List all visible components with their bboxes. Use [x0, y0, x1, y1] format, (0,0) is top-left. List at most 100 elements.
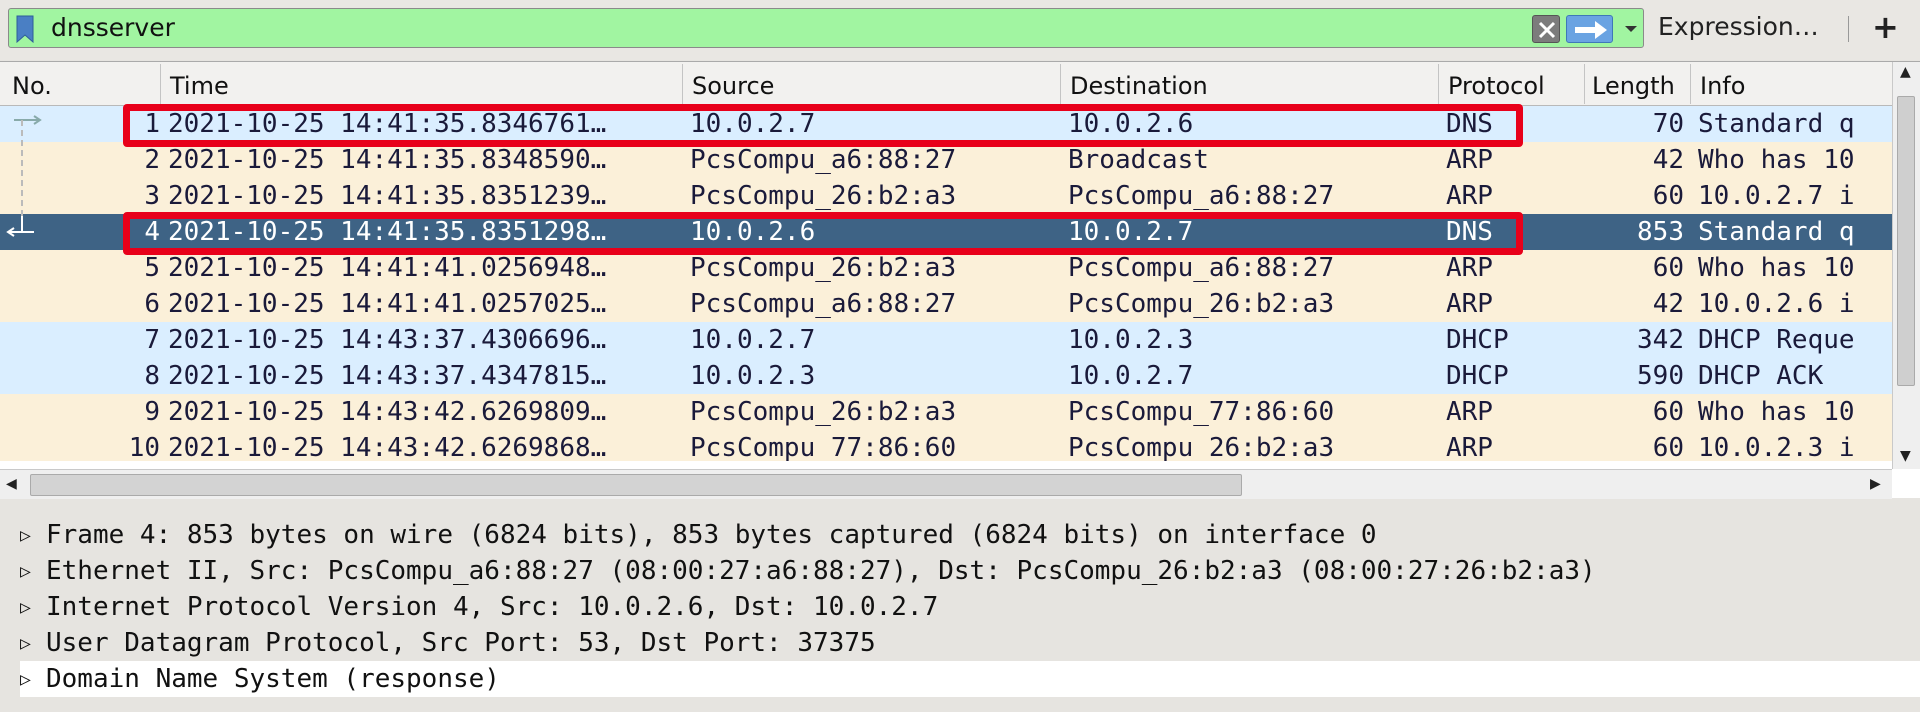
packet-time: 2021-10-25 14:41:35.8346761…	[168, 109, 607, 139]
packet-destination: PcsCompu_a6:88:27	[1068, 181, 1335, 211]
column-header-destination[interactable]: Destination	[1070, 72, 1208, 100]
packet-destination: 10.0.2.7	[1068, 361, 1194, 391]
packet-time: 2021-10-25 14:43:37.4306696…	[168, 325, 607, 355]
packet-info: Who has 10	[1698, 397, 1855, 427]
packet-length: 342	[1637, 325, 1684, 355]
expand-triangle-icon[interactable]: ▷	[20, 662, 46, 698]
packet-row[interactable]: 2 2021-10-25 14:41:35.8348590… PcsCompu_…	[0, 142, 1892, 178]
packet-protocol: DHCP	[1446, 361, 1509, 391]
close-icon	[1538, 21, 1556, 39]
packet-protocol: ARP	[1446, 253, 1493, 283]
packet-time: 2021-10-25 14:41:41.0257025…	[168, 289, 607, 319]
toolbar-separator	[1848, 16, 1849, 42]
detail-ip[interactable]: ▷ Internet Protocol Version 4, Src: 10.0.…	[20, 589, 938, 625]
detail-frame[interactable]: ▷ Frame 4: 853 bytes on wire (6824 bits),…	[20, 517, 1377, 553]
packet-no: 6	[144, 289, 160, 319]
detail-udp[interactable]: ▷ User Datagram Protocol, Src Port: 53, D…	[20, 625, 876, 661]
packet-source: PcsCompu_a6:88:27	[690, 289, 957, 319]
packet-row[interactable]: 7 2021-10-25 14:43:37.4306696… 10.0.2.7 …	[0, 322, 1892, 358]
packet-row[interactable]: 9 2021-10-25 14:43:42.6269809… PcsCompu_…	[0, 394, 1892, 430]
column-header-protocol[interactable]: Protocol	[1448, 72, 1545, 100]
packet-no: 9	[144, 397, 160, 427]
column-header-no[interactable]: No.	[12, 72, 52, 100]
packet-row[interactable]: 3 2021-10-25 14:41:35.8351239… PcsCompu_…	[0, 178, 1892, 214]
column-header-info[interactable]: Info	[1700, 72, 1745, 100]
clear-filter-button[interactable]	[1532, 15, 1560, 43]
expand-triangle-icon[interactable]: ▷	[20, 590, 46, 626]
packet-list: No. Time Source Destination Protocol Len…	[0, 61, 1920, 499]
column-divider[interactable]	[1438, 64, 1439, 104]
packet-info: 10.0.2.3 i	[1698, 433, 1855, 461]
packet-no: 2	[144, 145, 160, 175]
packet-info: Standard q	[1698, 109, 1855, 139]
recent-filters-dropdown[interactable]	[1619, 15, 1643, 43]
expand-triangle-icon[interactable]: ▷	[20, 554, 46, 590]
column-header-source[interactable]: Source	[692, 72, 774, 100]
scroll-down-icon[interactable]: ▼	[1900, 448, 1911, 464]
packet-length: 42	[1652, 289, 1684, 319]
packet-destination: PcsCompu_26:b2:a3	[1068, 289, 1335, 319]
packet-protocol: DNS	[1446, 109, 1493, 139]
packet-destination: PcsCompu_26:b2:a3	[1068, 433, 1335, 461]
packet-length: 590	[1637, 361, 1684, 391]
packet-details-pane: ▷ Frame 4: 853 bytes on wire (6824 bits),…	[0, 509, 1920, 712]
packet-row[interactable]: 1 2021-10-25 14:41:35.8346761… 10.0.2.7 …	[0, 106, 1892, 142]
display-filter-toolbar: dnsserver Expression… +	[0, 0, 1920, 60]
chevron-down-icon	[1625, 26, 1637, 32]
packet-time: 2021-10-25 14:43:42.6269868…	[168, 433, 607, 461]
packet-protocol: DNS	[1446, 217, 1493, 247]
packet-time: 2021-10-25 14:41:35.8351298…	[168, 217, 607, 247]
packet-no: 5	[144, 253, 160, 283]
packet-time: 2021-10-25 14:43:42.6269809…	[168, 397, 607, 427]
expression-button[interactable]: Expression…	[1658, 12, 1819, 41]
vertical-scrollbar[interactable]: ▲ ▼	[1892, 62, 1920, 469]
detail-ethernet[interactable]: ▷ Ethernet II, Src: PcsCompu_a6:88:27 (08…	[20, 553, 1596, 589]
column-divider[interactable]	[682, 64, 683, 104]
column-divider[interactable]	[160, 64, 161, 104]
packet-no: 10	[128, 433, 160, 461]
packet-length: 60	[1652, 181, 1684, 211]
packet-length: 42	[1652, 145, 1684, 175]
packet-row[interactable]: 6 2021-10-25 14:41:41.0257025… PcsCompu_…	[0, 286, 1892, 322]
display-filter-input[interactable]: dnsserver	[8, 8, 1644, 48]
vertical-scroll-thumb[interactable]	[1897, 96, 1915, 386]
packet-source: PcsCompu_77:86:60	[690, 433, 957, 461]
packet-destination: PcsCompu_a6:88:27	[1068, 253, 1335, 283]
packet-protocol: ARP	[1446, 397, 1493, 427]
packet-row[interactable]: 8 2021-10-25 14:43:37.4347815… 10.0.2.3 …	[0, 358, 1892, 394]
packet-source: 10.0.2.3	[690, 361, 816, 391]
packet-row-selected[interactable]: 4 2021-10-25 14:41:35.8351298… 10.0.2.6 …	[0, 214, 1892, 250]
packet-protocol: ARP	[1446, 289, 1493, 319]
packet-source: 10.0.2.7	[690, 325, 816, 355]
detail-dns[interactable]: ▷ Domain Name System (response)	[20, 661, 1920, 697]
scroll-right-icon[interactable]: ▶	[1870, 476, 1881, 492]
column-divider[interactable]	[1584, 64, 1585, 104]
add-filter-button[interactable]: +	[1872, 8, 1899, 46]
packet-time: 2021-10-25 14:41:35.8351239…	[168, 181, 607, 211]
packet-destination: PcsCompu_77:86:60	[1068, 397, 1335, 427]
expand-triangle-icon[interactable]: ▷	[20, 626, 46, 662]
packet-no: 4	[144, 217, 160, 247]
filter-text[interactable]: dnsserver	[51, 13, 175, 43]
packet-no: 7	[144, 325, 160, 355]
column-divider[interactable]	[1690, 64, 1691, 104]
column-header-length[interactable]: Length	[1592, 72, 1675, 100]
packet-rows: 1 2021-10-25 14:41:35.8346761… 10.0.2.7 …	[0, 106, 1892, 461]
packet-row[interactable]: 5 2021-10-25 14:41:41.0256948… PcsCompu_…	[0, 250, 1892, 286]
bookmark-icon[interactable]	[16, 15, 34, 43]
scroll-up-icon[interactable]: ▲	[1900, 64, 1911, 80]
scroll-left-icon[interactable]: ◀	[6, 476, 17, 492]
column-header-time[interactable]: Time	[170, 72, 229, 100]
expand-triangle-icon[interactable]: ▷	[20, 518, 46, 554]
packet-time: 2021-10-25 14:41:35.8348590…	[168, 145, 607, 175]
packet-row[interactable]: 10 2021-10-25 14:43:42.6269868… PcsCompu…	[0, 430, 1892, 461]
column-divider[interactable]	[1060, 64, 1061, 104]
horizontal-scroll-thumb[interactable]	[30, 474, 1242, 496]
packet-length: 60	[1652, 397, 1684, 427]
horizontal-scrollbar[interactable]: ◀ ▶	[0, 469, 1892, 499]
packet-length: 60	[1652, 433, 1684, 461]
apply-filter-button[interactable]	[1566, 15, 1613, 43]
packet-destination: 10.0.2.6	[1068, 109, 1194, 139]
packet-protocol: ARP	[1446, 181, 1493, 211]
packet-protocol: ARP	[1446, 433, 1493, 461]
